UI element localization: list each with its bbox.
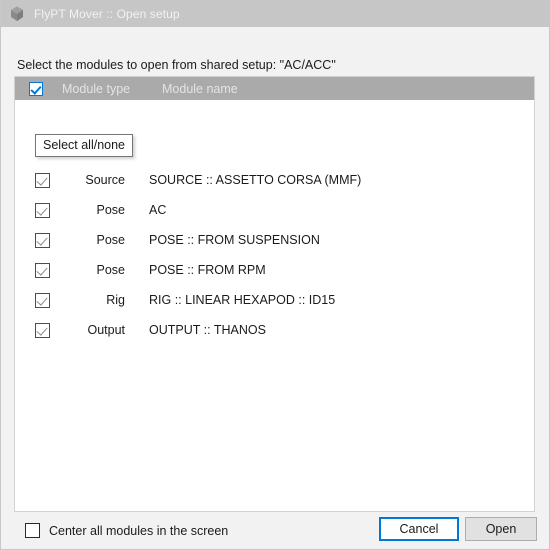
row-module-name: POSE :: FROM SUSPENSION [149,233,320,247]
window-title: FlyPT Mover :: Open setup [34,6,180,21]
instruction-text: Select the modules to open from shared s… [17,58,336,72]
column-header-module-name[interactable]: Module name [162,82,238,96]
list-header-row: Module type Module name [15,77,534,100]
row-module-type: Pose [96,203,126,217]
table-row[interactable]: Pose POSE :: FROM RPM [15,255,534,285]
row-module-type: Output [87,323,125,337]
row-module-name: POSE :: FROM RPM [149,263,266,277]
open-button[interactable]: Open [465,517,537,541]
select-all-checkbox-cell[interactable] [15,81,56,96]
table-row[interactable]: Output OUTPUT :: THANOS [15,315,534,345]
table-row[interactable]: Pose POSE :: FROM SUSPENSION [15,225,534,255]
title-bar: FlyPT Mover :: Open setup [1,0,550,27]
center-modules-label: Center all modules in the screen [49,523,229,538]
row-module-name: RIG :: LINEAR HEXAPOD :: ID15 [149,293,336,307]
select-all-tooltip: Select all/none [35,134,134,157]
table-row[interactable]: Rig RIG :: LINEAR HEXAPOD :: ID15 [15,285,534,315]
center-modules-checkbox[interactable] [25,523,40,538]
row-module-type: Pose [96,263,126,277]
table-row[interactable]: Source SOURCE :: ASSETTO CORSA (MMF) [15,165,534,195]
row-module-type: Rig [106,293,125,307]
dialog-footer: Center all modules in the screen Cancel … [1,512,549,548]
row-module-type: Pose [96,233,126,247]
table-row[interactable]: Pose AC [15,195,534,225]
column-header-module-type[interactable]: Module type [62,82,130,96]
row-module-name: SOURCE :: ASSETTO CORSA (MMF) [149,173,362,187]
center-modules-checkbox-row[interactable]: Center all modules in the screen [25,523,228,538]
select-all-checkbox[interactable] [28,81,43,96]
row-module-name: AC [149,203,167,217]
dialog-body: Select the modules to open from shared s… [1,27,549,548]
cancel-button[interactable]: Cancel [379,517,459,541]
row-module-name: OUTPUT :: THANOS [149,323,266,337]
dialog-window: FlyPT Mover :: Open setup Select the mod… [0,0,550,550]
app-logo-icon [6,3,28,25]
row-module-type: Source [85,173,125,187]
